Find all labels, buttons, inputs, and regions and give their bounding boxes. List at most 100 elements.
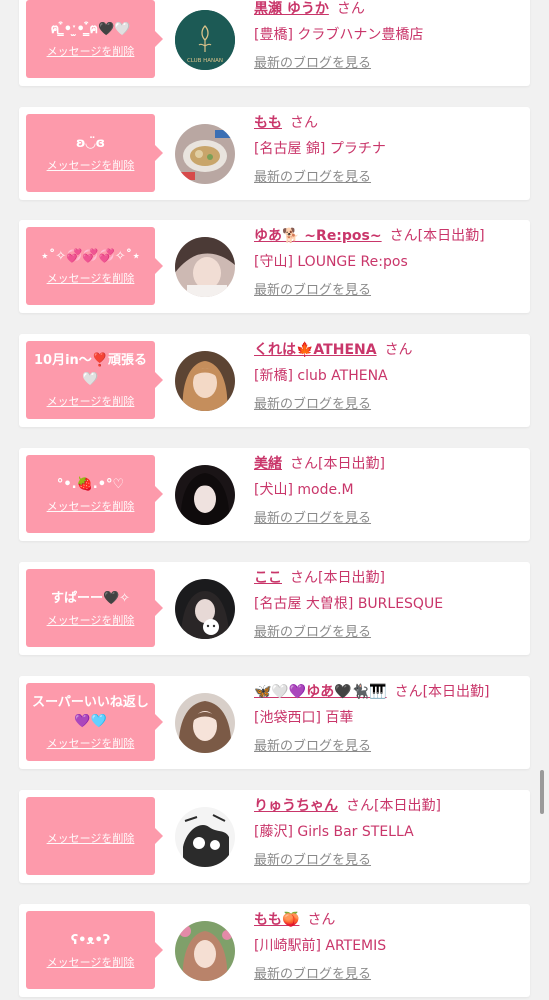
shop-logo-icon: CLUB HANAN <box>175 10 235 70</box>
avatar[interactable] <box>175 921 235 981</box>
message-bubble: ʕ•ᴥ•ʔ メッセージを削除 <box>26 911 163 989</box>
latest-blog-link[interactable]: 最新のブログを見る <box>254 282 371 300</box>
user-name-link[interactable]: りゅうちゃん <box>254 798 338 814</box>
shop-name: [新橋] club ATHENA <box>254 368 388 384</box>
item-info: 黒瀬 ゆうか さん [豊橋] クラブハナン豊橋店 最新のブログを見る <box>254 0 530 73</box>
message-bubble: ʚ◡̈ɞ メッセージを削除 <box>26 114 163 192</box>
user-name-link[interactable]: ゆあ🐕 ~Re:pos~ <box>254 228 382 244</box>
latest-blog-link[interactable]: 最新のブログを見る <box>254 169 371 187</box>
honorific: さん <box>336 1 365 17</box>
shop-name: [名古屋 錦] プラチナ <box>254 141 386 157</box>
profile-photo-icon <box>175 579 235 639</box>
honorific: さん <box>290 570 318 586</box>
message-text: ʕ•ᴥ•ʔ <box>70 932 111 948</box>
shop-name: [藤沢] Girls Bar STELLA <box>254 824 414 840</box>
user-name-link[interactable]: 黒瀬 ゆうか <box>254 1 329 17</box>
avatar[interactable] <box>175 807 235 867</box>
user-name-link[interactable]: もも <box>254 115 282 131</box>
delete-message-link[interactable]: メッセージを削除 <box>47 498 135 514</box>
honorific: さん <box>389 228 418 244</box>
latest-blog-link[interactable]: 最新のブログを見る <box>254 396 371 414</box>
honorific: さん <box>290 115 318 131</box>
avatar[interactable] <box>175 465 235 525</box>
list-item: ฅ ̳͒•ˑ̫• ̳͒ฅ🖤🤍 メッセージを削除 CLUB HANAN 黒瀬 ゆう… <box>19 0 530 86</box>
honorific: さん <box>394 684 423 700</box>
food-photo-icon <box>175 124 235 184</box>
message-text: スーパーいいね返し💜🩵 <box>32 695 149 729</box>
avatar[interactable] <box>175 579 235 639</box>
shift-status: [本日出勤] <box>422 684 490 700</box>
user-name-link[interactable]: くれは🍁ATHENA <box>254 342 377 358</box>
shop-name: [名古屋 大曽根] BURLESQUE <box>254 596 444 612</box>
list-item: ʕ•ᴥ•ʔ メッセージを削除 もも🍑 さん [川崎駅前] ARTEMIS 最新のブ… <box>19 904 530 997</box>
item-info: 🦋🤍💜ゆあ🖤🐈‍⬛🎹 さん[本日出勤] [池袋西口] 百華 最新のブログを見る <box>254 682 530 756</box>
avatar[interactable]: CLUB HANAN <box>175 10 235 70</box>
list-item: すぱーー🖤✧ メッセージを削除 ここ さん[本日出勤] [名古屋 大曽根] BUR… <box>19 562 530 655</box>
honorific: さん <box>346 798 374 814</box>
avatar[interactable] <box>175 124 235 184</box>
delete-message-link[interactable]: メッセージを削除 <box>47 735 135 751</box>
message-bubble: °•.🍓.•°♡ メッセージを削除 <box>26 455 163 533</box>
shop-name: [川崎駅前] ARTEMIS <box>254 938 387 954</box>
delete-message-link[interactable]: メッセージを削除 <box>47 270 135 286</box>
message-text: ฅ ̳͒•ˑ̫• ̳͒ฅ🖤🤍 <box>50 21 131 37</box>
shop-name: [豊橋] クラブハナン豊橋店 <box>254 27 424 43</box>
delete-message-link[interactable]: メッセージを削除 <box>47 393 135 409</box>
user-name-link[interactable]: ここ <box>254 570 282 586</box>
list-item: 10月in〜❣️頑張る🤍 メッセージを削除 くれは🍁ATHENA さん [新橋] … <box>19 334 530 427</box>
list-item: ⋆˚✧💞💞💞✧˚⋆ メッセージを削除 ゆあ🐕 ~Re:pos~ さん[本日出勤] … <box>19 220 530 313</box>
user-name-link[interactable]: 🦋🤍💜ゆあ🖤🐈‍⬛🎹 <box>254 684 387 700</box>
item-info: くれは🍁ATHENA さん [新橋] club ATHENA 最新のブログを見る <box>254 340 530 414</box>
honorific: さん <box>307 912 336 928</box>
list-item: メッセージを削除 りゅうちゃん さん[本日出勤] [藤沢] Girls Bar S… <box>19 790 530 883</box>
avatar[interactable] <box>175 237 235 297</box>
latest-blog-link[interactable]: 最新のブログを見る <box>254 55 371 73</box>
avatar[interactable] <box>175 351 235 411</box>
list-item: スーパーいいね返し💜🩵 メッセージを削除 🦋🤍💜ゆあ🖤🐈‍⬛🎹 さん[本日出勤] … <box>19 676 530 769</box>
user-name-link[interactable]: 美緒 <box>254 456 282 472</box>
message-bubble: ⋆˚✧💞💞💞✧˚⋆ メッセージを削除 <box>26 227 163 305</box>
delete-message-link[interactable]: メッセージを削除 <box>47 43 135 59</box>
item-info: 美緒 さん[本日出勤] [犬山] mode.M 最新のブログを見る <box>254 454 530 528</box>
profile-photo-icon <box>175 351 235 411</box>
list-item: ʚ◡̈ɞ メッセージを削除 もも さん [名古屋 錦] プラチナ 最新のブログを見… <box>19 107 530 200</box>
delete-message-link[interactable]: メッセージを削除 <box>47 612 135 628</box>
shift-status: [本日出勤] <box>318 570 385 586</box>
item-info: ゆあ🐕 ~Re:pos~ さん[本日出勤] [守山] LOUNGE Re:pos … <box>254 226 530 300</box>
delete-message-link[interactable]: メッセージを削除 <box>47 954 135 970</box>
user-name-link[interactable]: もも🍑 <box>254 912 299 928</box>
profile-photo-icon <box>175 693 235 753</box>
shift-status: [本日出勤] <box>374 798 441 814</box>
message-bubble: スーパーいいね返し💜🩵 メッセージを削除 <box>26 683 163 761</box>
latest-blog-link[interactable]: 最新のブログを見る <box>254 852 371 870</box>
avatar[interactable] <box>175 693 235 753</box>
scrollbar[interactable] <box>540 770 544 814</box>
profile-photo-icon <box>175 237 235 297</box>
message-bubble: 10月in〜❣️頑張る🤍 メッセージを削除 <box>26 341 163 419</box>
latest-blog-link[interactable]: 最新のブログを見る <box>254 510 371 528</box>
item-info: りゅうちゃん さん[本日出勤] [藤沢] Girls Bar STELLA 最新の… <box>254 796 530 870</box>
message-text: すぱーー🖤✧ <box>50 590 131 606</box>
shop-name: [守山] LOUNGE Re:pos <box>254 254 408 270</box>
item-info: ここ さん[本日出勤] [名古屋 大曽根] BURLESQUE 最新のブログを見る <box>254 568 530 642</box>
message-bubble: メッセージを削除 <box>26 797 163 875</box>
message-text: 10月in〜❣️頑張る🤍 <box>34 353 147 387</box>
shop-name: [池袋西口] 百華 <box>254 710 354 726</box>
manga-art-icon <box>175 807 235 867</box>
message-text: °•.🍓.•°♡ <box>56 476 125 492</box>
message-bubble: ฅ ̳͒•ˑ̫• ̳͒ฅ🖤🤍 メッセージを削除 <box>26 0 163 78</box>
message-text: ⋆˚✧💞💞💞✧˚⋆ <box>40 248 141 264</box>
honorific: さん <box>290 456 318 472</box>
shop-logo-text: CLUB HANAN <box>187 58 223 64</box>
delete-message-link[interactable]: メッセージを削除 <box>47 157 135 173</box>
item-info: もも さん [名古屋 錦] プラチナ 最新のブログを見る <box>254 113 530 187</box>
message-text: ʚ◡̈ɞ <box>75 135 105 151</box>
latest-blog-link[interactable]: 最新のブログを見る <box>254 738 371 756</box>
latest-blog-link[interactable]: 最新のブログを見る <box>254 966 371 984</box>
latest-blog-link[interactable]: 最新のブログを見る <box>254 624 371 642</box>
message-bubble: すぱーー🖤✧ メッセージを削除 <box>26 569 163 647</box>
profile-photo-icon <box>175 921 235 981</box>
delete-message-link[interactable]: メッセージを削除 <box>47 830 135 846</box>
item-info: もも🍑 さん [川崎駅前] ARTEMIS 最新のブログを見る <box>254 910 530 984</box>
shop-name: [犬山] mode.M <box>254 482 354 498</box>
